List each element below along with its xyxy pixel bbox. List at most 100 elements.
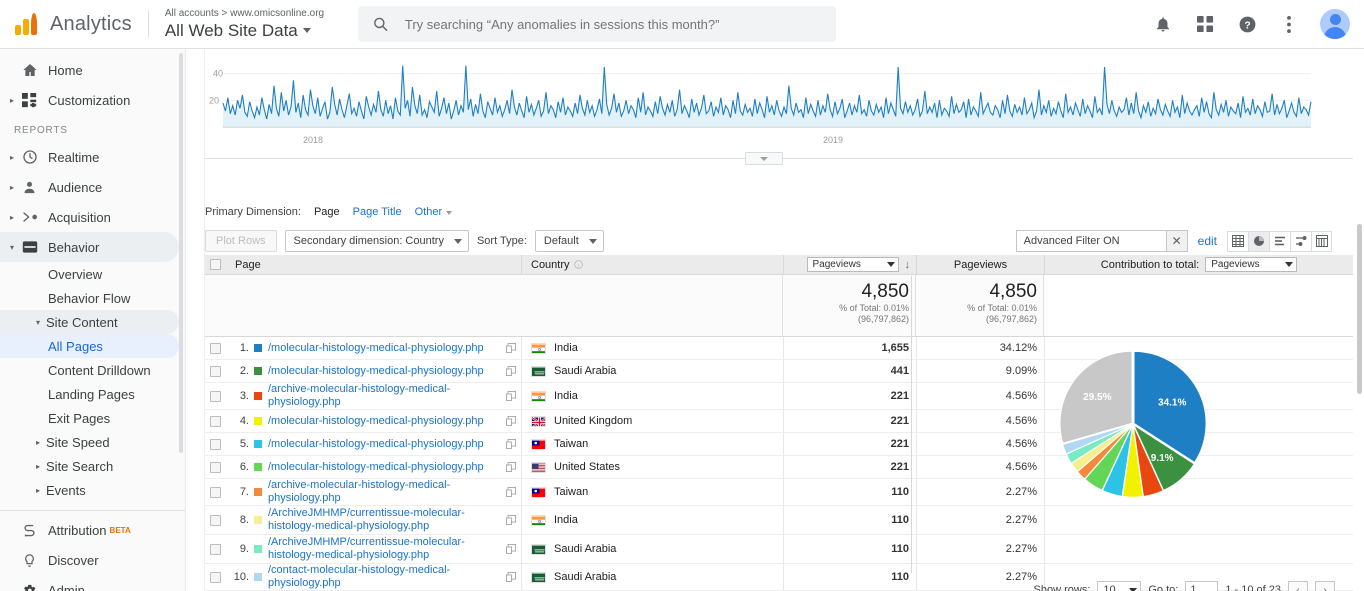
behavior-icon	[22, 239, 48, 255]
slider-handle[interactable]	[745, 152, 783, 165]
row-checkbox[interactable]	[210, 514, 221, 526]
sort-descending-icon[interactable]: ↓	[905, 259, 911, 271]
row-checkbox[interactable]	[210, 415, 221, 427]
sidebar-item-events[interactable]: ▸ Events	[0, 478, 179, 502]
open-external-icon[interactable]	[506, 487, 517, 497]
select-all-checkbox[interactable]	[210, 259, 221, 270]
row-page-link[interactable]: /archive-molecular-histology-medical-phy…	[268, 383, 500, 409]
other-dimension-link[interactable]: Other	[415, 206, 453, 218]
row-index: 7.	[239, 486, 249, 498]
sidebar-item-exit-pages[interactable]: Exit Pages	[0, 406, 179, 430]
more-vertical-icon[interactable]	[1278, 13, 1300, 35]
row-index: 1.	[239, 342, 249, 354]
open-external-icon[interactable]	[506, 416, 517, 426]
row-color-swatch	[254, 417, 262, 425]
sidebar-item-customization[interactable]: ▸ Customization	[0, 85, 179, 115]
open-external-icon[interactable]	[506, 391, 517, 401]
row-checkbox[interactable]	[210, 438, 221, 450]
sidebar-item-site-search[interactable]: ▸ Site Search	[0, 454, 179, 478]
open-external-icon[interactable]	[506, 439, 517, 449]
sort-type-select[interactable]: Default	[534, 230, 604, 252]
account-selector[interactable]: All accounts > www.omicsonline.org All W…	[165, 7, 324, 41]
sidebar-item-realtime[interactable]: ▸ Realtime	[0, 142, 179, 172]
edit-filter-link[interactable]: edit	[1198, 234, 1217, 248]
bell-icon[interactable]	[1152, 13, 1174, 35]
sidebar-item-landing-pages[interactable]: Landing Pages	[0, 382, 179, 406]
sidebar-item-behavior-flow[interactable]: Behavior Flow	[0, 286, 179, 310]
sidebar-item-audience[interactable]: ▸ Audience	[0, 172, 179, 202]
column-header-pageviews[interactable]: Pageviews	[916, 255, 1044, 274]
sort-type-value: Default	[543, 235, 579, 247]
apps-grid-icon[interactable]	[1194, 13, 1216, 35]
row-checkbox[interactable]	[210, 486, 221, 498]
row-page-cell: /molecular-histology-medical-physiology.…	[254, 410, 521, 432]
percentage-view-icon[interactable]	[1269, 230, 1290, 252]
row-page-link[interactable]: /molecular-histology-medical-physiology.…	[268, 461, 500, 474]
row-checkbox[interactable]	[210, 342, 221, 354]
row-page-link[interactable]: /archive-molecular-histology-medical-phy…	[268, 479, 500, 505]
row-pageviews: 110	[783, 535, 916, 563]
search-bar[interactable]	[358, 6, 837, 42]
column-header-country[interactable]: Country i	[521, 255, 783, 274]
sidebar-item-admin[interactable]: Admin	[0, 575, 179, 591]
previous-page-button[interactable]: ‹	[1288, 581, 1308, 591]
chart-date-slider[interactable]	[205, 152, 1353, 166]
open-external-icon[interactable]	[506, 366, 517, 376]
advanced-filter-input[interactable]: Advanced Filter ON	[1015, 230, 1166, 252]
row-page-link[interactable]: /molecular-histology-medical-physiology.…	[268, 438, 500, 451]
sidebar-item-overview[interactable]: Overview	[0, 262, 179, 286]
show-rows-select[interactable]: 10	[1097, 581, 1142, 591]
primary-dimension-label: Primary Dimension:	[205, 206, 301, 218]
secondary-dimension-select[interactable]: Secondary dimension: Country	[284, 230, 469, 252]
open-external-icon[interactable]	[506, 544, 517, 554]
sidebar-item-discover[interactable]: Discover	[0, 545, 179, 575]
plot-rows-button[interactable]: Plot Rows	[205, 230, 277, 252]
sidebar-item-content-drilldown[interactable]: Content Drilldown	[0, 358, 179, 382]
sidebar-item-home[interactable]: Home	[0, 55, 179, 85]
sidebar-item-behavior[interactable]: ▾ Behavior	[0, 232, 179, 262]
table-view-icon[interactable]	[1227, 230, 1248, 252]
sidebar-item-all-pages[interactable]: All Pages	[0, 334, 179, 358]
row-page-link[interactable]: /ArchiveJMHMP/currentissue-molecular-his…	[268, 536, 500, 562]
pageviews-trend-chart[interactable]: 40 20 2018 2019	[205, 49, 1364, 154]
left-navigation-sidebar: Home ▸ Customization REPORTS ▸ Realtime …	[0, 49, 186, 591]
sidebar-sub-label: Events	[46, 482, 86, 498]
row-checkbox[interactable]	[210, 461, 221, 473]
open-external-icon[interactable]	[506, 462, 517, 472]
row-page-link[interactable]: /molecular-histology-medical-physiology.…	[268, 415, 500, 428]
contribution-metric-select[interactable]: Pageviews	[1205, 257, 1298, 272]
column-header-page[interactable]: Page	[226, 259, 521, 271]
open-external-icon[interactable]	[506, 515, 517, 525]
table-footer: Show rows: 10 Go to: 1 1 - 10 of 23 ‹ › …	[205, 579, 1353, 591]
page-title-link[interactable]: Page Title	[353, 206, 402, 218]
property-title[interactable]: All Web Site Data	[165, 20, 324, 41]
sidebar-item-acquisition[interactable]: ▸ Acquisition	[0, 202, 179, 232]
next-page-button[interactable]: ›	[1315, 581, 1335, 591]
property-title-text: All Web Site Data	[164, 21, 298, 40]
primary-dimension-value[interactable]: Page	[314, 206, 340, 218]
row-checkbox[interactable]	[210, 543, 221, 555]
contribution-pie-chart[interactable]: 34.1% 9.1% 29.5%	[911, 276, 1354, 573]
sidebar-item-attribution[interactable]: Attribution BETA	[0, 515, 179, 545]
row-page-cell: /ArchiveJMHMP/currentissue-molecular-his…	[254, 506, 521, 534]
pivot-view-icon[interactable]	[1311, 230, 1332, 252]
search-input[interactable]	[402, 15, 823, 33]
clear-filter-icon[interactable]: ✕	[1165, 230, 1188, 252]
pie-view-icon[interactable]	[1248, 230, 1269, 252]
sidebar-item-site-speed[interactable]: ▸ Site Speed	[0, 430, 179, 454]
help-icon[interactable]: ?	[1236, 13, 1258, 35]
row-page-link[interactable]: /molecular-histology-medical-physiology.…	[268, 342, 500, 355]
metric-select[interactable]: Pageviews	[806, 257, 899, 272]
sidebar-scrollbar[interactable]	[179, 53, 183, 453]
sidebar-item-site-content[interactable]: ▾ Site Content	[0, 310, 179, 334]
row-page-link[interactable]: /ArchiveJMHMP/currentissue-molecular-his…	[268, 507, 500, 533]
goto-page-input[interactable]: 1	[1185, 581, 1219, 591]
main-scrollbar[interactable]	[1357, 224, 1362, 394]
user-avatar[interactable]	[1320, 9, 1350, 39]
row-checkbox[interactable]	[210, 365, 221, 377]
open-external-icon[interactable]	[506, 343, 517, 353]
person-icon	[22, 180, 48, 195]
row-page-link[interactable]: /molecular-histology-medical-physiology.…	[268, 365, 500, 378]
performance-view-icon[interactable]	[1290, 230, 1311, 252]
row-checkbox[interactable]	[210, 390, 221, 402]
